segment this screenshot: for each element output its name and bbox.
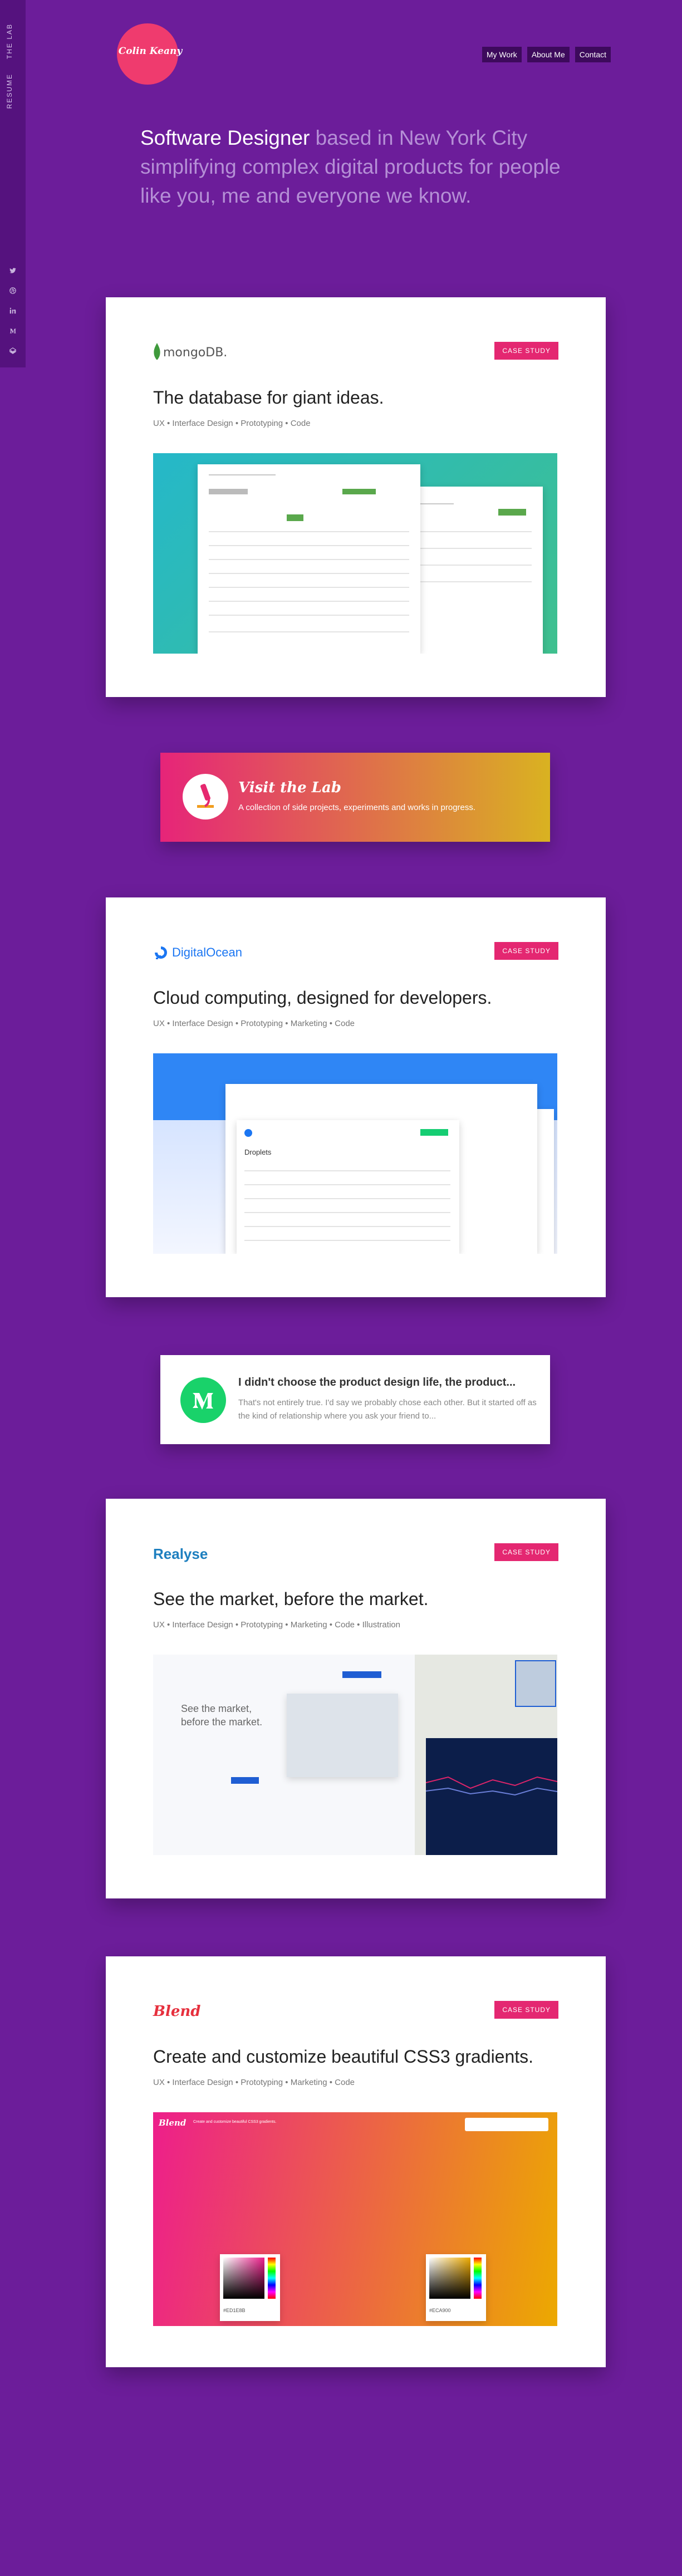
- digitalocean-icon: [155, 946, 167, 959]
- map-preview: [415, 1655, 557, 1855]
- linkedin-icon[interactable]: [8, 306, 17, 315]
- blend-toolbar: [465, 2118, 548, 2131]
- project-screenshot: Blend Create and customize beautiful CSS…: [153, 2112, 557, 2326]
- screenshot-window-front: [198, 464, 420, 654]
- screenshot-window-front: Droplets: [237, 1120, 459, 1254]
- landing-preview: See the market, before the market.: [153, 1655, 415, 1855]
- blend-app-name: Blend: [159, 2118, 187, 2128]
- brand-name: mongoDB.: [163, 345, 228, 360]
- case-study-button[interactable]: Case Study: [494, 342, 558, 360]
- brand-name: DigitalOcean: [172, 945, 242, 959]
- microscope-icon: [197, 784, 214, 808]
- intro-statement: Software Designer based in New York City…: [140, 124, 586, 210]
- codepen-icon[interactable]: [8, 346, 17, 355]
- project-tags: UX • Interface Design • Prototyping • Ma…: [153, 1019, 355, 1028]
- nav-my-work[interactable]: My Work: [482, 47, 522, 62]
- visit-the-lab-banner[interactable]: Visit the Lab A collection of side proje…: [160, 753, 550, 842]
- medium-logo: [180, 1377, 226, 1423]
- project-screenshot: [153, 453, 557, 654]
- resume-link[interactable]: Resume: [6, 73, 13, 109]
- brand-name: Realyse: [153, 1545, 208, 1562]
- project-card-mongodb[interactable]: mongoDB. Case Study The database for gia…: [106, 297, 606, 697]
- nav-about-me[interactable]: About Me: [527, 47, 570, 62]
- droplets-heading: Droplets: [244, 1148, 272, 1156]
- screenshot-window-back: [409, 487, 543, 654]
- realyse-logo: Realyse: [153, 1543, 208, 1564]
- color-right-value[interactable]: #ECA900: [429, 2308, 451, 2313]
- project-title: Create and customize beautiful CSS3 grad…: [153, 2047, 534, 2067]
- medium-article-banner[interactable]: I didn't choose the product design life,…: [160, 1355, 550, 1444]
- medium-icon: [193, 1393, 213, 1410]
- logo-text: Colin Keany: [118, 46, 183, 57]
- project-tags: UX • Interface Design • Prototyping • Co…: [153, 419, 311, 428]
- case-study-button[interactable]: Case Study: [494, 942, 558, 960]
- leaf-icon: [154, 343, 160, 360]
- intro-highlight: Software Designer: [140, 126, 310, 149]
- case-study-button[interactable]: Case Study: [494, 2001, 558, 2019]
- side-rail: The Lab Resume: [0, 0, 26, 367]
- case-study-button[interactable]: Case Study: [494, 1543, 558, 1561]
- blend-logo: Blend: [153, 2001, 200, 2022]
- top-nav: My Work About Me Contact: [482, 47, 611, 62]
- project-title: Cloud computing, designed for developers…: [153, 988, 492, 1008]
- brand-name: Blend: [153, 2003, 201, 2020]
- digitalocean-logo: DigitalOcean: [153, 942, 242, 963]
- project-card-blend[interactable]: Blend Case Study Create and customize be…: [106, 1956, 606, 2367]
- mongodb-logo: mongoDB.: [153, 342, 227, 363]
- dribbble-icon[interactable]: [8, 286, 17, 295]
- site-logo[interactable]: Colin Keany: [106, 23, 195, 85]
- color-picker-left: #ED1E8B: [220, 2254, 280, 2321]
- color-picker-right: #ECA900: [426, 2254, 486, 2321]
- project-card-digitalocean[interactable]: DigitalOcean Case Study Cloud computing,…: [106, 897, 606, 1297]
- lab-subtitle: A collection of side projects, experimen…: [238, 803, 476, 812]
- project-screenshot: See the market, before the market.: [153, 1655, 557, 1855]
- project-card-realyse[interactable]: Realyse Case Study See the market, befor…: [106, 1499, 606, 1898]
- lab-logo: [183, 774, 228, 820]
- color-left-value[interactable]: #ED1E8B: [223, 2308, 246, 2313]
- medium-icon[interactable]: [8, 326, 17, 335]
- project-tags: UX • Interface Design • Prototyping • Ma…: [153, 2078, 355, 2087]
- project-tags: UX • Interface Design • Prototyping • Ma…: [153, 1620, 400, 1630]
- the-lab-link[interactable]: The Lab: [6, 23, 13, 59]
- realyse-hero-text: See the market, before the market.: [181, 1703, 263, 1728]
- article-excerpt: That's not entirely true. I'd say we pro…: [238, 1398, 537, 1421]
- project-title: The database for giant ideas.: [153, 387, 384, 408]
- project-title: See the market, before the market.: [153, 1589, 429, 1609]
- twitter-icon[interactable]: [8, 266, 17, 275]
- nav-contact[interactable]: Contact: [575, 47, 611, 62]
- lab-title: Visit the Lab: [238, 779, 341, 796]
- project-screenshot: Droplets: [153, 1053, 557, 1254]
- article-title: I didn't choose the product design life,…: [238, 1376, 516, 1388]
- blend-app-tagline: Create and customize beautiful CSS3 grad…: [193, 2120, 277, 2124]
